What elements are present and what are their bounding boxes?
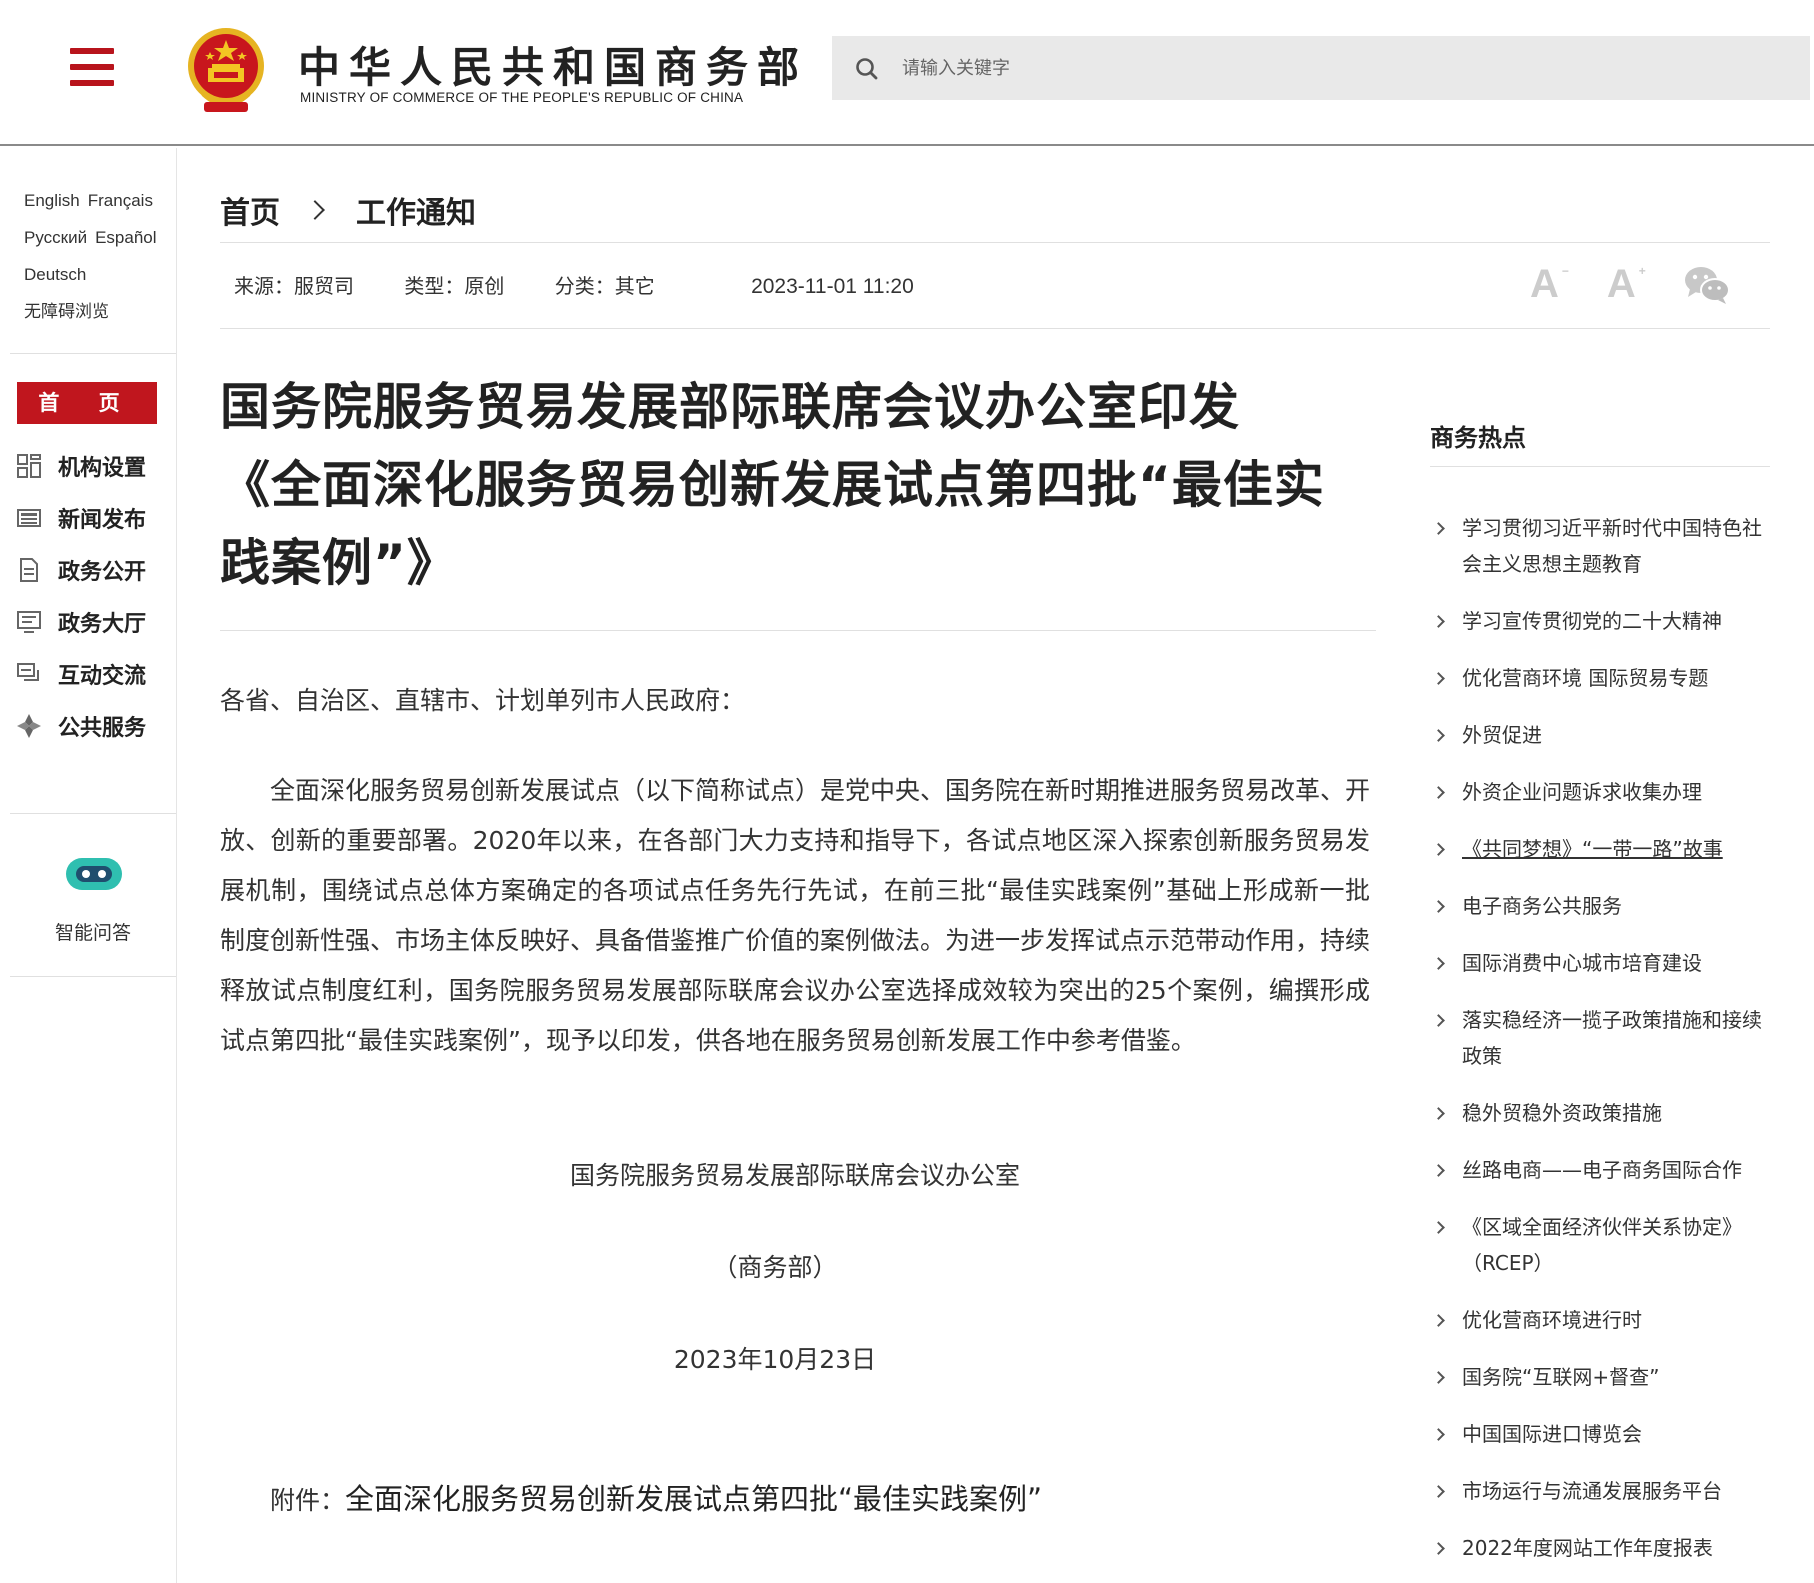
site-header: 中华人民共和国商务部 MINISTRY OF COMMERCE OF THE P… <box>0 0 1814 146</box>
meta-category: 分类：其它 <box>554 274 655 298</box>
hot-item[interactable]: 电子商务公共服务 <box>1430 888 1775 924</box>
signature-sub: （商务部） <box>712 1253 838 1282</box>
nav-label: 机构设置 <box>58 456 147 481</box>
meta-date: 2023-11-01 11:20 <box>751 275 914 298</box>
hot-item[interactable]: 《区域全面经济伙伴关系协定》（RCEP） <box>1430 1209 1775 1281</box>
nav-item-government-affairs[interactable]: 政务公开 <box>16 553 174 587</box>
breadcrumb: 首页 工作通知 <box>220 188 476 232</box>
nav-label: 政务大厅 <box>58 612 147 637</box>
attachment: 附件：全面深化服务贸易创新发展试点第四批“最佳实践案例” <box>270 1476 1042 1518</box>
national-emblem-icon[interactable] <box>184 26 268 116</box>
attachment-label: 附件： <box>270 1486 346 1515</box>
hot-item[interactable]: 《共同梦想》“一带一路”故事 <box>1430 831 1775 867</box>
nav-label: 互动交流 <box>58 664 147 689</box>
meta-source: 来源：服贸司 <box>234 274 354 298</box>
search-input[interactable] <box>902 36 1792 100</box>
hot-item[interactable]: 外贸促进 <box>1430 717 1775 753</box>
meta-type: 类型：原创 <box>404 274 505 298</box>
wechat-icon[interactable] <box>1684 265 1730 305</box>
lang-english[interactable]: English <box>24 191 80 210</box>
monitor-icon <box>17 611 41 633</box>
breadcrumb-home[interactable]: 首页 <box>220 188 280 232</box>
divider <box>220 630 1376 631</box>
hot-item[interactable]: 学习宣传贯彻党的二十大精神 <box>1430 603 1775 639</box>
attachment-link[interactable]: 全面深化服务贸易创新发展试点第四批“最佳实践案例” <box>345 1482 1042 1516</box>
search-bar <box>832 36 1810 100</box>
nav-item-public-service[interactable]: 公共服务 <box>16 709 174 743</box>
nav-label: 公共服务 <box>58 716 147 741</box>
font-decrease-icon[interactable]: A − <box>1530 262 1569 307</box>
article-tools: A − A + <box>1530 262 1730 307</box>
hot-item[interactable]: 丝路电商——电子商务国际合作 <box>1430 1152 1775 1188</box>
hot-topics-list: 学习贯彻习近平新时代中国特色社会主义思想主题教育 学习宣传贯彻党的二十大精神 优… <box>1430 510 1775 1583</box>
service-icon <box>17 714 41 738</box>
assistant-label[interactable]: 智能问答 <box>0 918 186 945</box>
divider <box>1430 466 1770 467</box>
hot-item[interactable]: 外资企业问题诉求收集办理 <box>1430 774 1775 810</box>
hot-item[interactable]: 优化营商环境进行时 <box>1430 1302 1775 1338</box>
site-title[interactable]: 中华人民共和国商务部 <box>298 34 808 95</box>
article-body: 各省、自治区、直辖市、计划单列市人民政府： 全面深化服务贸易创新发展试点（以下简… <box>220 680 1371 1516</box>
hot-item[interactable]: 落实稳经济一揽子政策措施和接续政策 <box>1430 1002 1775 1074</box>
hot-item[interactable]: 国务院“互联网+督查” <box>1430 1359 1775 1395</box>
nav-label: 政务公开 <box>58 560 147 585</box>
divider <box>10 976 176 977</box>
nav-item-organization[interactable]: 机构设置 <box>16 449 174 483</box>
article-meta: 来源：服贸司 类型：原创 分类：其它 2023-11-01 11:20 <box>234 270 958 299</box>
search-icon[interactable] <box>854 56 880 82</box>
hot-item[interactable]: 稳外贸稳外资政策措施 <box>1430 1095 1775 1131</box>
menu-icon[interactable] <box>70 48 114 86</box>
article-title: 国务院服务贸易发展部际联席会议办公室印发《全面深化服务贸易创新发展试点第四批“最… <box>220 378 1325 592</box>
nav-label: 新闻发布 <box>58 508 147 533</box>
chevron-right-icon <box>305 200 325 220</box>
site-subtitle: MINISTRY OF COMMERCE OF THE PEOPLE'S REP… <box>300 90 744 105</box>
breadcrumb-current[interactable]: 工作通知 <box>356 188 476 232</box>
salutation: 各省、自治区、直辖市、计划单列市人民政府： <box>220 686 746 715</box>
paragraph: 全面深化服务贸易创新发展试点（以下简称试点）是党中央、国务院在新时期推进服务贸易… <box>220 776 1371 1055</box>
robot-icon[interactable] <box>64 854 124 894</box>
lang-spanish[interactable]: Español <box>95 228 156 247</box>
news-icon <box>17 509 41 527</box>
chat-icon <box>17 663 39 681</box>
nav-item-news[interactable]: 新闻发布 <box>16 501 174 535</box>
hot-item[interactable]: 优化营商环境 国际贸易专题 <box>1430 660 1775 696</box>
grid-icon <box>17 454 41 478</box>
divider <box>10 813 176 814</box>
left-sidebar: English Français Русский Español Deutsch 无… <box>0 148 177 1583</box>
sign-date: 2023年10月23日 <box>673 1345 877 1374</box>
hot-item[interactable]: 2022年度网站工作年度报表 <box>1430 1530 1775 1566</box>
divider <box>220 242 1770 243</box>
lang-german[interactable]: Deutsch <box>24 265 86 284</box>
divider <box>10 353 176 354</box>
lang-russian[interactable]: Русский <box>24 228 87 247</box>
nav-item-interaction[interactable]: 互动交流 <box>16 657 174 691</box>
document-icon <box>20 558 38 582</box>
hot-item[interactable]: 国际消费中心城市培育建设 <box>1430 945 1775 981</box>
hot-item[interactable]: 学习贯彻习近平新时代中国特色社会主义思想主题教育 <box>1430 510 1775 582</box>
nav-home-button[interactable]: 首 页 <box>17 382 157 424</box>
hot-item[interactable]: 市场运行与流通发展服务平台 <box>1430 1473 1775 1509</box>
language-links: English Français Русский Español Deutsch 无… <box>24 182 174 330</box>
signature: 国务院服务贸易发展部际联席会议办公室 <box>569 1161 1020 1190</box>
nav-item-service-hall[interactable]: 政务大厅 <box>16 605 174 639</box>
hot-item[interactable]: 中国国际进口博览会 <box>1430 1416 1775 1452</box>
font-increase-icon[interactable]: A + <box>1607 262 1646 307</box>
lang-french[interactable]: Français <box>88 191 153 210</box>
divider <box>220 328 1770 329</box>
accessibility-link[interactable]: 无障碍浏览 <box>24 302 109 321</box>
hot-topics-title: 商务热点 <box>1430 424 1526 452</box>
